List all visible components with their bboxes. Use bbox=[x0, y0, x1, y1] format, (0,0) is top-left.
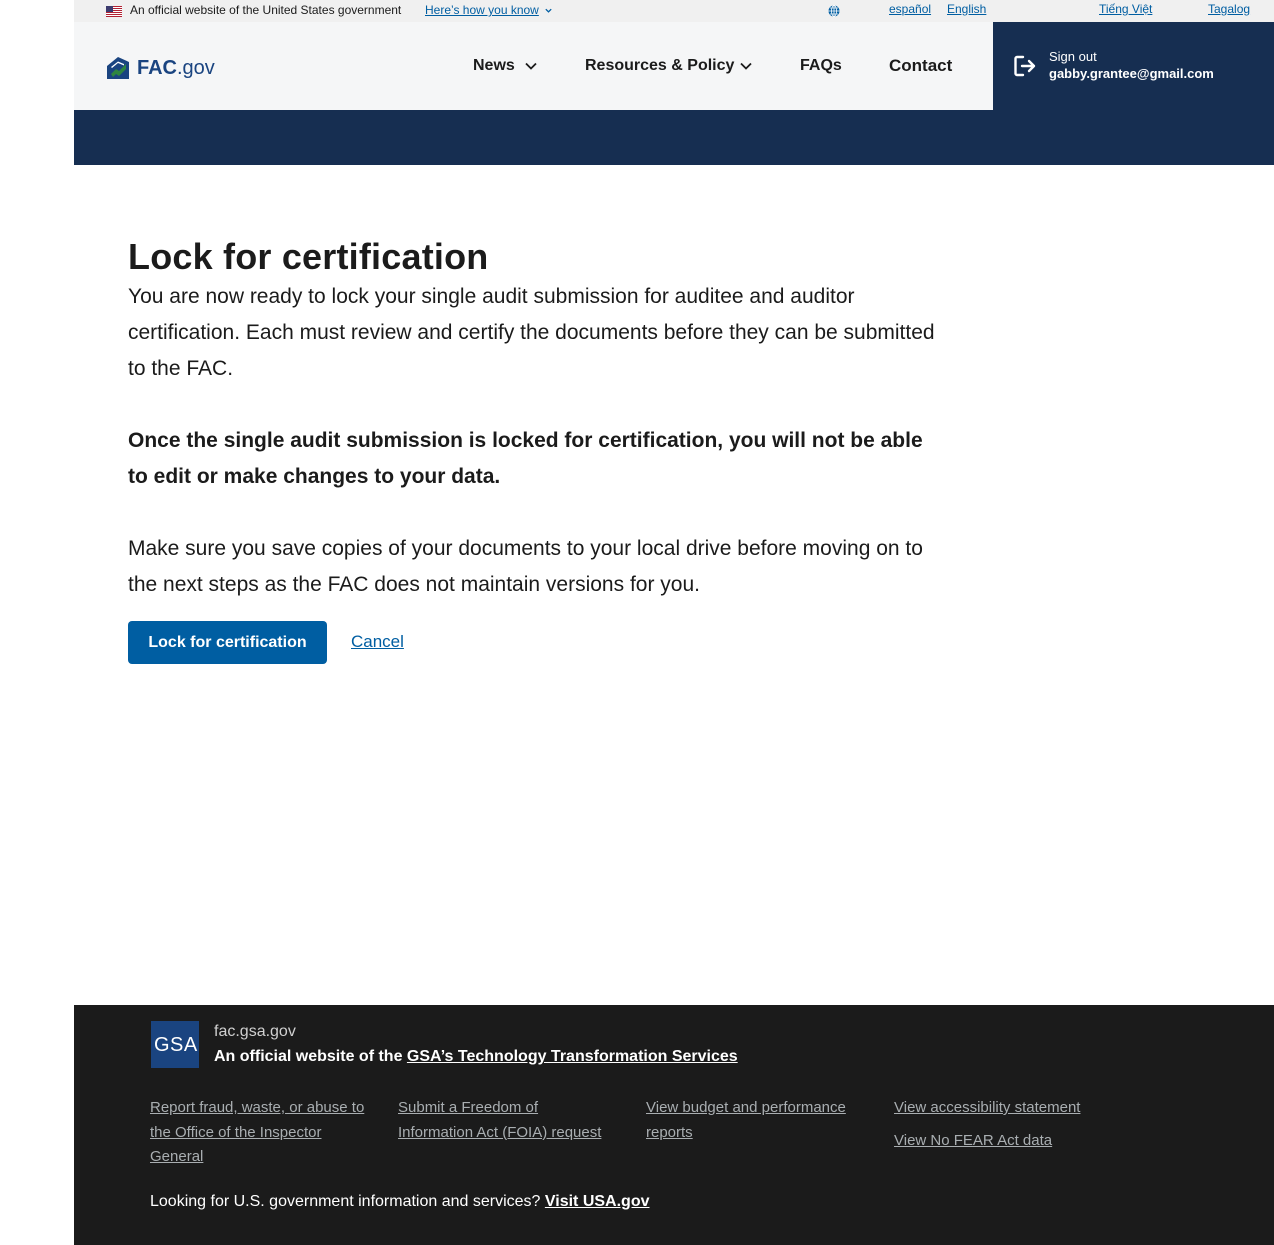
site-header: FAC.gov News Resources & Policy FAQs Con… bbox=[74, 22, 1274, 110]
footer-official-prefix: An official website of the bbox=[214, 1048, 407, 1065]
usagov-statement: Looking for U.S. government information … bbox=[150, 1193, 650, 1211]
page-frame: An official website of the United States… bbox=[74, 0, 1274, 1245]
gsa-logo-text: GSA bbox=[154, 1034, 198, 1056]
page-title: Lock for certification bbox=[128, 236, 489, 277]
logo-gov-text: .gov bbox=[177, 57, 215, 79]
sign-out-label: Sign out bbox=[1049, 49, 1097, 64]
tts-link[interactable]: GSA’s Technology Transformation Services bbox=[407, 1048, 738, 1065]
fac-house-icon bbox=[107, 57, 129, 79]
intro-text: You are now ready to lock your single au… bbox=[128, 285, 935, 380]
gsa-logo: GSA bbox=[151, 1021, 199, 1068]
official-site-text: An official website of the United States… bbox=[130, 3, 402, 17]
footer-domain: fac.gsa.gov bbox=[214, 1023, 296, 1040]
nav-faqs[interactable]: FAQs bbox=[800, 57, 842, 75]
chevron-down-icon[interactable] bbox=[525, 62, 537, 70]
accessibility-statement-link[interactable]: View accessibility statement bbox=[894, 1096, 1109, 1121]
cancel-link[interactable]: Cancel bbox=[351, 632, 404, 652]
lang-english-link[interactable]: English bbox=[947, 2, 986, 16]
warning-text: Once the single audit submission is lock… bbox=[128, 429, 923, 488]
lang-vietnamese-link[interactable]: Tiếng Việt bbox=[1099, 2, 1152, 16]
sign-out-icon bbox=[1014, 55, 1036, 77]
usagov-prefix: Looking for U.S. government information … bbox=[150, 1193, 545, 1210]
budget-performance-link[interactable]: View budget and performance reports bbox=[646, 1096, 861, 1145]
globe-icon bbox=[828, 5, 840, 17]
foia-request-link[interactable]: Submit a Freedom of Information Act (FOI… bbox=[398, 1096, 613, 1145]
us-flag-icon bbox=[106, 6, 122, 17]
lang-tagalog-link[interactable]: Tagalog bbox=[1208, 2, 1250, 16]
nav-resources-policy[interactable]: Resources & Policy bbox=[585, 57, 734, 75]
main-content: Lock for certification You are now ready… bbox=[128, 235, 948, 603]
lock-for-certification-button[interactable]: Lock for certification bbox=[128, 621, 327, 664]
fraud-report-link[interactable]: Report fraud, waste, or abuse to the Off… bbox=[150, 1096, 365, 1170]
footer-official-statement: An official website of the GSA’s Technol… bbox=[214, 1048, 738, 1066]
reminder-text: Make sure you save copies of your docume… bbox=[128, 537, 923, 596]
user-email: gabby.grantee@gmail.com bbox=[1049, 66, 1214, 81]
sign-out-button[interactable]: Sign out gabby.grantee@gmail.com bbox=[993, 22, 1274, 110]
logo-fac-text: FAC bbox=[137, 57, 177, 79]
no-fear-act-link[interactable]: View No FEAR Act data bbox=[894, 1129, 1109, 1154]
chevron-down-icon[interactable] bbox=[544, 6, 553, 15]
site-footer: GSA fac.gsa.gov An official website of t… bbox=[74, 1005, 1274, 1245]
gov-banner: An official website of the United States… bbox=[74, 0, 1274, 22]
chevron-down-icon[interactable] bbox=[740, 62, 752, 70]
lang-espanol-link[interactable]: español bbox=[889, 2, 931, 16]
nav-news[interactable]: News bbox=[473, 57, 515, 75]
usagov-link[interactable]: Visit USA.gov bbox=[545, 1193, 650, 1210]
heres-how-you-know-link[interactable]: Here’s how you know bbox=[425, 3, 539, 17]
logo-wordmark: FAC.gov bbox=[137, 57, 215, 80]
nav-contact[interactable]: Contact bbox=[889, 56, 952, 76]
hero-band bbox=[74, 110, 1274, 165]
